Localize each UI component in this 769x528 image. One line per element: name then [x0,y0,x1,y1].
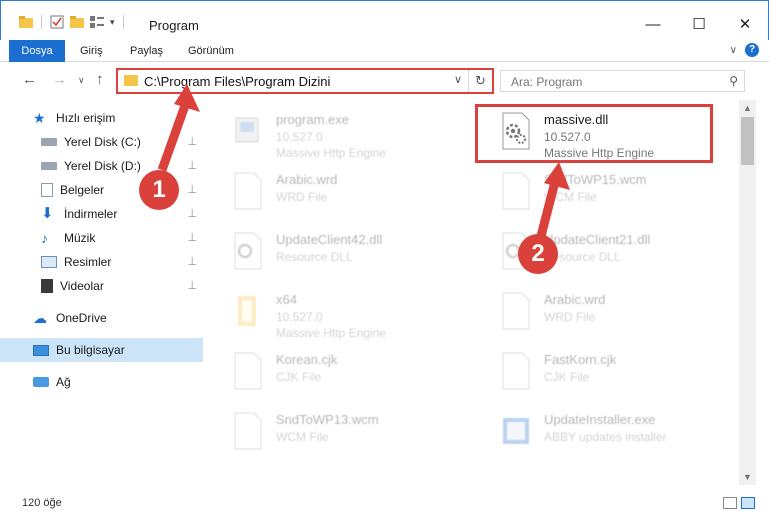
view-toggle [723,497,755,509]
item-count: 120 öğe [22,497,62,509]
arrow-2-head [544,162,570,190]
status-bar: 120 öğe [0,490,769,528]
tiles-view-icon[interactable] [741,497,755,509]
arrow-1-shaft [157,98,192,172]
arrow-1-head [174,84,200,112]
step-marker-1: 1 [139,170,179,210]
annotation-arrows [157,84,570,242]
arrow-2-shaft [535,176,561,242]
step-marker-2: 2 [518,234,558,274]
details-view-icon[interactable] [723,497,737,509]
